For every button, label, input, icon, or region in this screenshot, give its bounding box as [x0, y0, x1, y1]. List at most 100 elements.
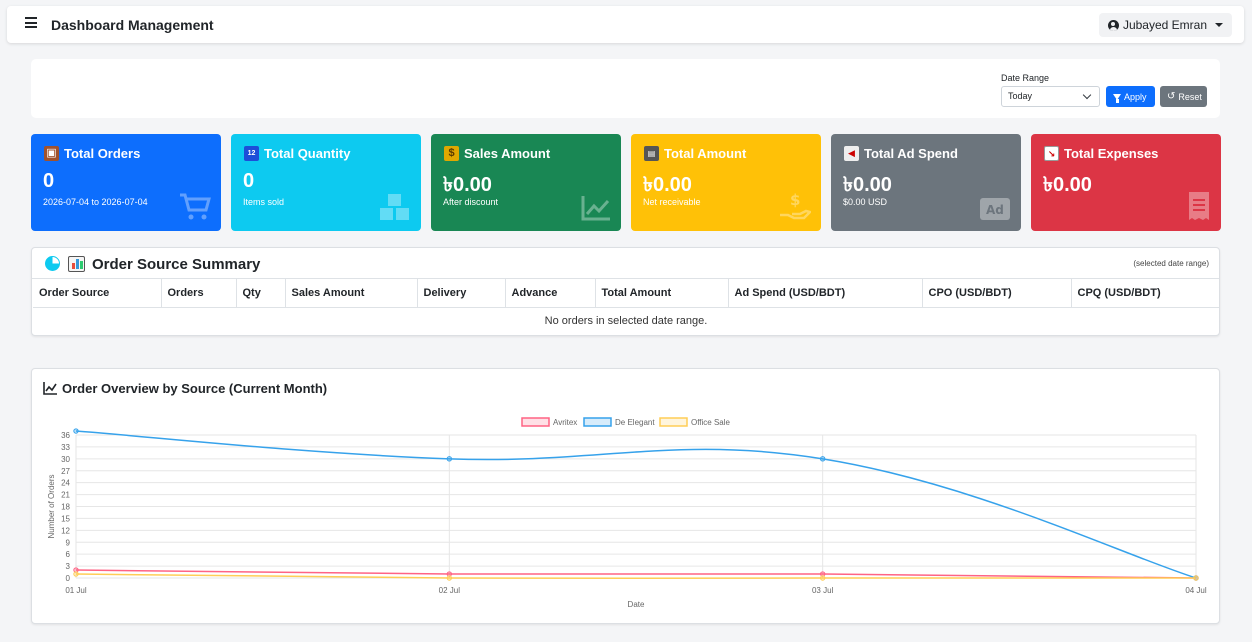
menu-toggle-icon[interactable]: [25, 17, 37, 29]
stat-title: Total Orders: [64, 146, 141, 161]
column-header: Advance: [505, 279, 596, 308]
x-tick-label: 03 Jul: [812, 586, 834, 595]
legend-label: Avritex: [553, 418, 577, 427]
order-source-summary-card: Order Source Summary (selected date rang…: [31, 247, 1220, 336]
data-point: [1193, 575, 1199, 581]
stat-title: Total Expenses: [1064, 146, 1159, 161]
ad-icon: Ad: [980, 198, 1010, 220]
line-chart: 036912151821242730333601 Jul 02 Jul 03 Jul…: [47, 417, 1207, 609]
y-tick-label: 24: [61, 479, 70, 488]
summary-table: Order Source Orders Qty Sales Amount Del…: [33, 279, 1219, 334]
data-point: [819, 575, 826, 581]
column-header: CPO (USD/BDT): [922, 279, 1072, 308]
column-header: Ad Spend (USD/BDT): [728, 279, 923, 308]
legend-label: De Elegant: [615, 418, 655, 427]
date-range-select[interactable]: Today: [1001, 86, 1100, 107]
summary-note: (selected date range): [1133, 259, 1209, 268]
table-row: No orders in selected date range.: [33, 307, 1219, 334]
y-axis-label: Number of Orders: [47, 474, 56, 538]
column-header: CPQ (USD/BDT): [1071, 279, 1219, 308]
stat-card-total-quantity: 12 Total Quantity 0 Items sold: [231, 134, 421, 231]
stat-title: Total Ad Spend: [864, 146, 958, 161]
data-point: [446, 575, 453, 581]
user-name: Jubayed Emran: [1122, 18, 1207, 32]
undo-icon: ↺: [1167, 90, 1176, 102]
y-tick-label: 36: [61, 431, 70, 440]
data-point: [819, 456, 826, 462]
legend-swatch: [659, 417, 688, 427]
column-header: Orders: [161, 279, 237, 308]
numbers-icon: 12: [244, 146, 259, 161]
x-axis-label: Date: [628, 600, 645, 609]
reset-label: Reset: [1178, 91, 1202, 102]
column-header: Order Source: [33, 279, 162, 308]
megaphone-icon: ◀: [844, 146, 859, 161]
stat-value: 0: [43, 170, 55, 192]
legend-label: Office Sale: [691, 418, 731, 427]
stat-subtitle: Net receivable: [643, 197, 701, 207]
summary-header: Order Source Summary (selected date rang…: [32, 248, 1219, 279]
stat-card-total-amount: ▤ Total Amount ৳0.00 Net receivable $: [631, 134, 821, 231]
chevron-down-icon: [1082, 90, 1092, 100]
y-tick-label: 6: [66, 550, 71, 559]
chart-down-icon: ↘: [1044, 146, 1059, 161]
column-header: Total Amount: [595, 279, 729, 308]
stat-subtitle: $0.00 USD: [843, 197, 888, 207]
y-tick-label: 12: [61, 526, 70, 535]
legend-swatch: [583, 417, 612, 427]
package-icon: ▣: [44, 146, 59, 161]
series-line-avritex: [75, 569, 1197, 579]
y-tick-label: 27: [61, 467, 70, 476]
stat-card-total-orders: ▣ Total Orders 0 2026-07-04 to 2026-07-04: [31, 134, 221, 231]
svg-text:Ad: Ad: [986, 203, 1004, 217]
pie-chart-icon: [45, 256, 60, 271]
app-title: Dashboard Management: [51, 17, 214, 33]
svg-text:$: $: [790, 191, 800, 209]
top-navbar: Dashboard Management Jubayed Emran: [7, 6, 1244, 43]
hand-dollar-icon: $: [780, 191, 811, 220]
column-header: Qty: [236, 279, 286, 308]
stat-subtitle: After discount: [443, 197, 499, 207]
filter-icon: [1113, 93, 1121, 103]
order-overview-chart-card: Order Overview by Source (Current Month)…: [31, 368, 1220, 624]
y-tick-label: 18: [61, 503, 70, 512]
table-header-row: Order Source Orders Qty Sales Amount Del…: [33, 279, 1219, 308]
legend-swatch: [521, 417, 550, 427]
summary-title: Order Source Summary: [92, 256, 261, 273]
data-point: [446, 456, 453, 462]
y-tick-label: 33: [61, 443, 70, 452]
apply-button[interactable]: Apply: [1106, 86, 1155, 107]
empty-table-message: No orders in selected date range.: [544, 314, 708, 327]
user-circle-icon: [1107, 19, 1119, 31]
series-line-de-elegant: [75, 430, 1197, 579]
y-tick-label: 0: [66, 574, 71, 583]
stat-title: Sales Amount: [464, 146, 551, 161]
stat-value: ৳0.00: [1043, 174, 1092, 196]
caret-down-icon: [1215, 23, 1223, 27]
date-range-value: Today: [1008, 91, 1033, 101]
stat-subtitle: 2026-07-04 to 2026-07-04: [43, 197, 148, 207]
apply-label: Apply: [1124, 91, 1147, 102]
cart-icon: [180, 193, 211, 220]
x-tick-label: 01 Jul: [65, 586, 87, 595]
stat-value: 0: [243, 170, 255, 192]
filter-card: Date Range Today Apply ↺ Reset: [31, 59, 1220, 118]
stat-card-total-expenses: ↘ Total Expenses ৳0.00: [1031, 134, 1221, 231]
data-point: [73, 428, 79, 434]
y-tick-label: 15: [61, 514, 70, 523]
column-header: Sales Amount: [285, 279, 418, 308]
y-tick-label: 21: [61, 491, 70, 500]
user-menu-button[interactable]: Jubayed Emran: [1098, 13, 1232, 37]
bar-chart-icon: [68, 256, 85, 272]
column-header: Delivery: [417, 279, 506, 308]
x-tick-label: 02 Jul: [439, 586, 461, 595]
stat-card-total-ad-spend: ◀ Total Ad Spend ৳0.00 $0.00 USD Ad: [831, 134, 1021, 231]
stat-subtitle: Items sold: [243, 197, 285, 207]
y-tick-label: 3: [66, 562, 71, 571]
x-tick-label: 04 Jul: [1185, 586, 1207, 595]
date-range-label: Date Range: [1001, 73, 1050, 83]
reset-button[interactable]: ↺ Reset: [1160, 86, 1207, 107]
money-bag-icon: $: [444, 146, 459, 161]
data-point: [73, 571, 79, 577]
boxes-icon: [380, 194, 409, 220]
